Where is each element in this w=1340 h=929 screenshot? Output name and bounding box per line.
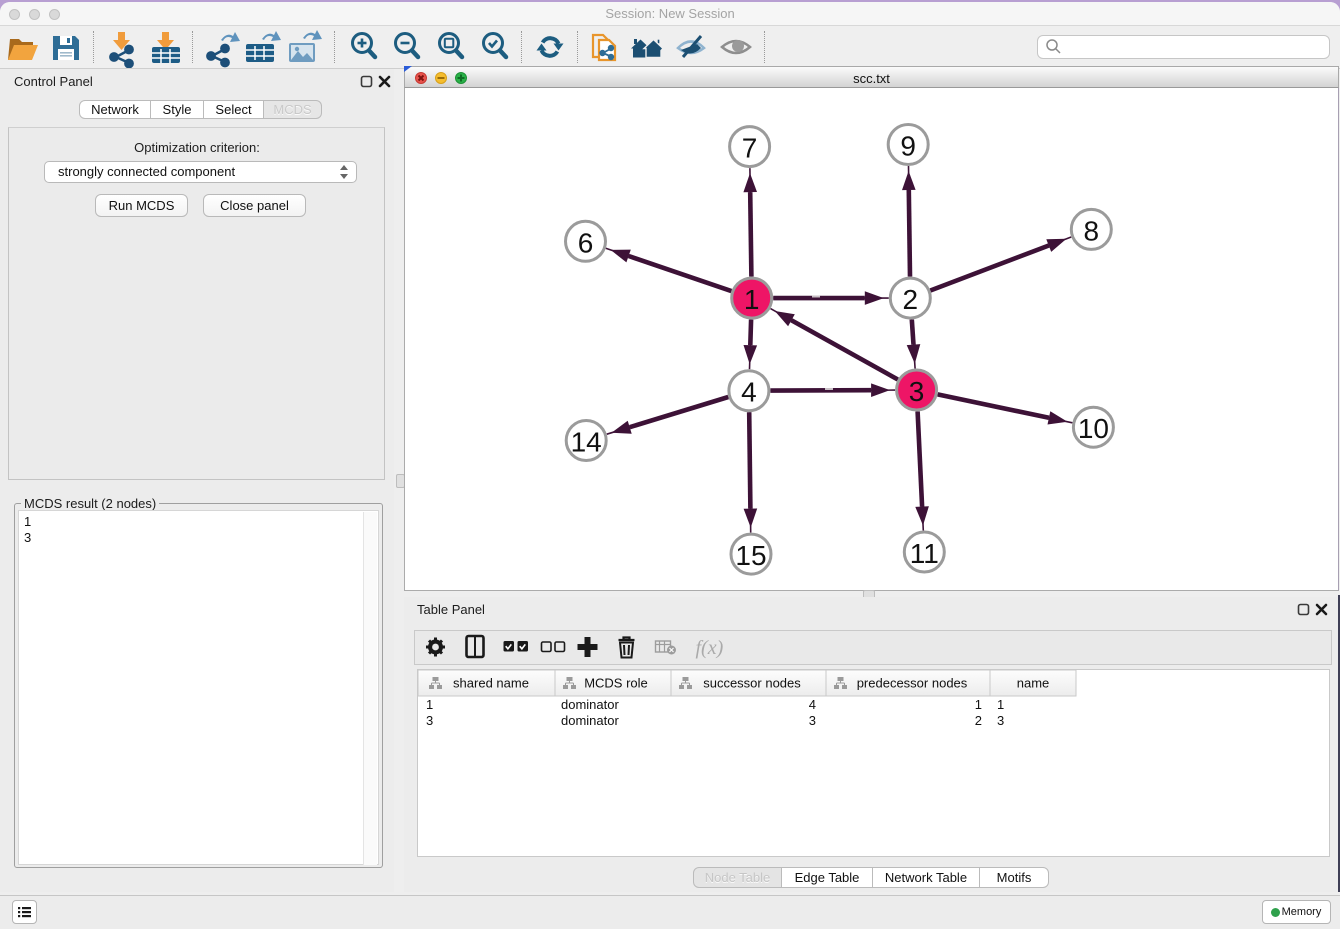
svg-text:10: 10 [1077, 413, 1108, 444]
svg-text:3: 3 [908, 376, 924, 407]
svg-text:11: 11 [909, 538, 938, 569]
svg-text:1: 1 [426, 697, 433, 712]
svg-text:shared name: shared name [453, 676, 529, 691]
svg-text:dominator: dominator [561, 713, 619, 728]
svg-text:f(x): f(x) [696, 637, 724, 659]
svg-text:1: 1 [975, 697, 982, 712]
svg-text:dominator: dominator [561, 697, 619, 712]
svg-text:2: 2 [902, 284, 918, 315]
svg-text:4: 4 [741, 377, 757, 408]
svg-text:2: 2 [975, 713, 982, 728]
svg-text:1: 1 [743, 284, 759, 315]
svg-text:3: 3 [997, 713, 1004, 728]
svg-text:predecessor nodes: predecessor nodes [857, 676, 968, 691]
svg-text:8: 8 [1083, 215, 1099, 246]
svg-text:9: 9 [900, 131, 916, 162]
svg-text:successor nodes: successor nodes [703, 676, 801, 691]
svg-text:3: 3 [426, 713, 433, 728]
svg-text:6: 6 [577, 227, 593, 258]
svg-text:3: 3 [809, 713, 816, 728]
svg-text:MCDS role: MCDS role [584, 676, 648, 691]
svg-text:4: 4 [809, 697, 816, 712]
svg-text:15: 15 [735, 540, 766, 571]
svg-text:7: 7 [741, 133, 757, 164]
svg-text:name: name [1017, 676, 1050, 691]
svg-text:1: 1 [997, 697, 1004, 712]
svg-text:14: 14 [570, 427, 601, 458]
